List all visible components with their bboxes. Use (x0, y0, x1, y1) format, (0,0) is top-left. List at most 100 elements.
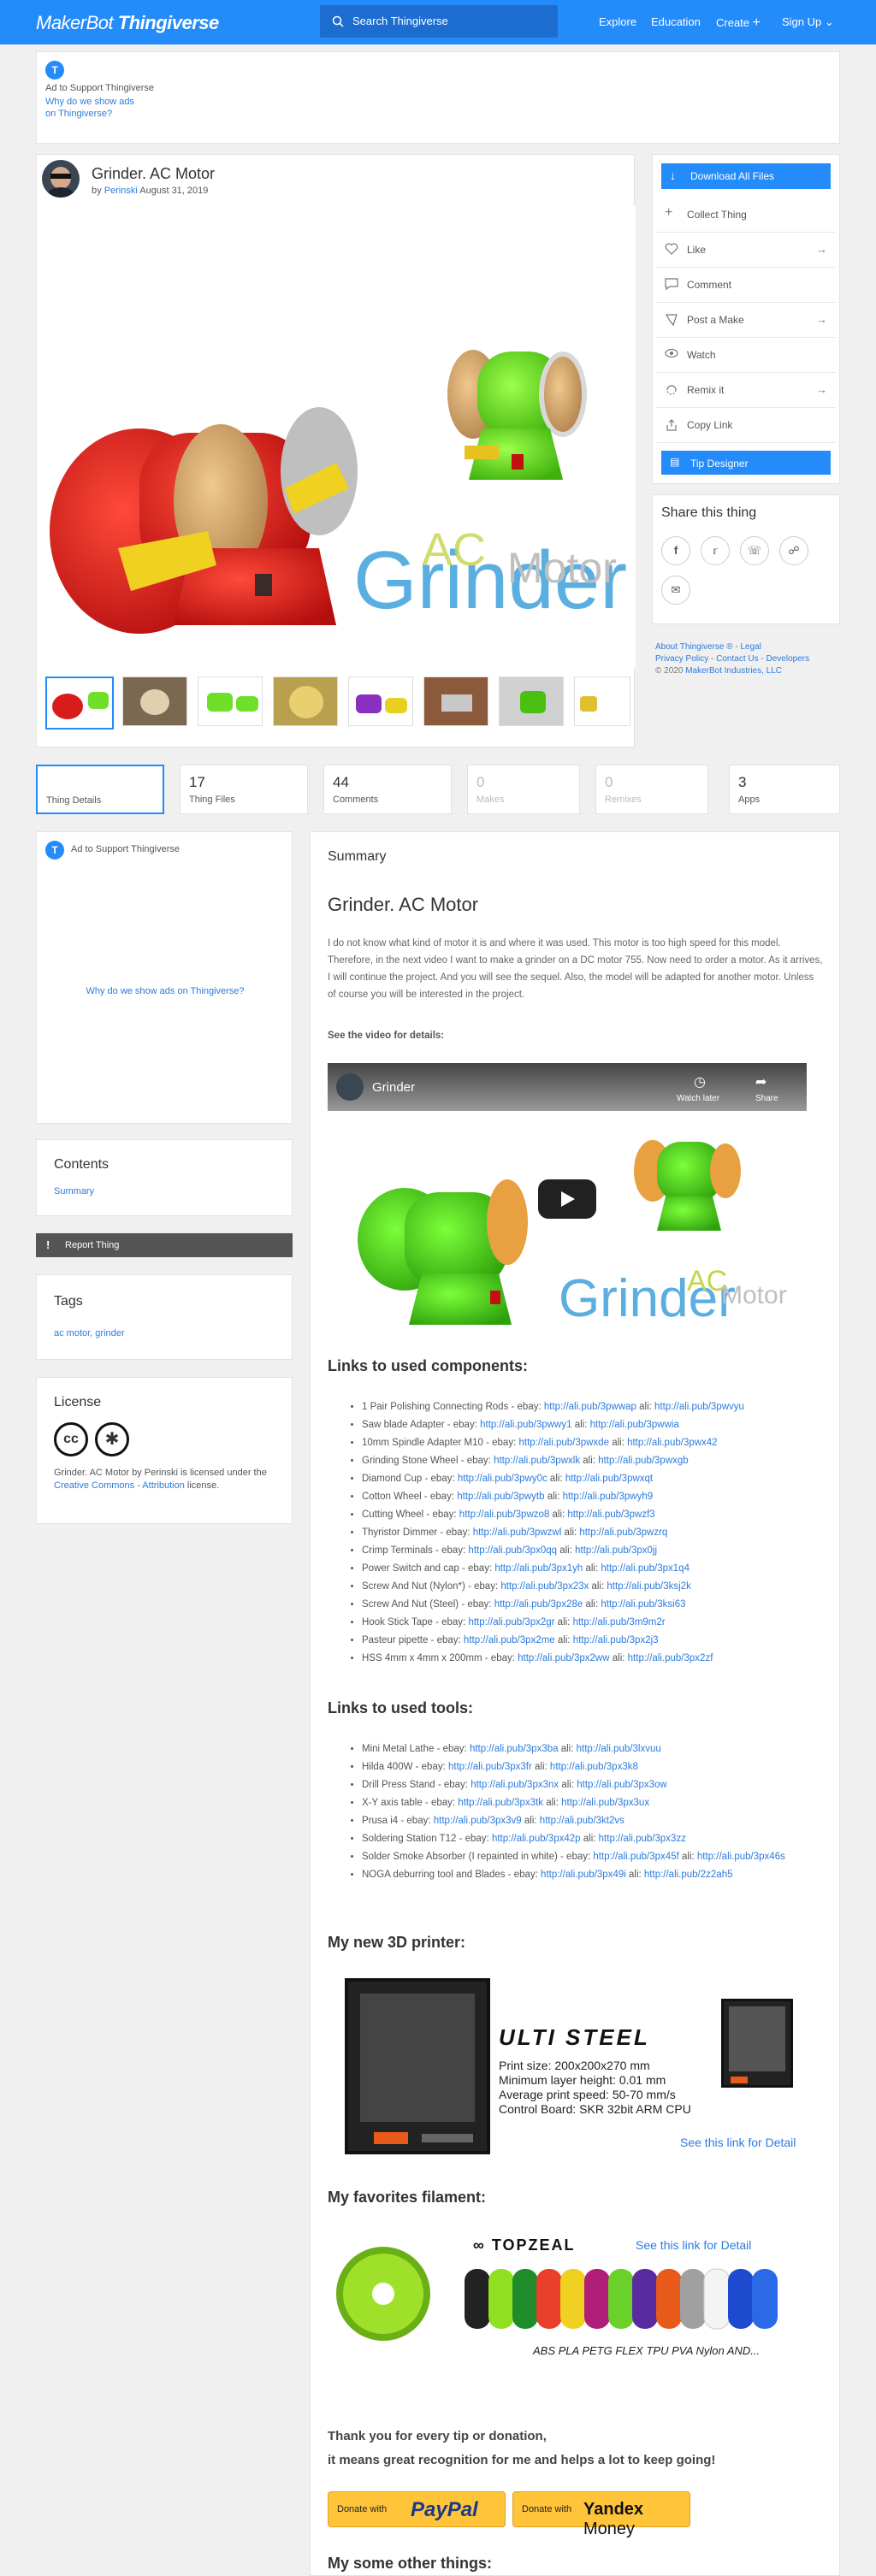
component-ebay-link[interactable]: http://ali.pub/3pwwap (544, 1402, 636, 1412)
tool-ebay-link[interactable]: http://ali.pub/3px42p (492, 1834, 581, 1844)
play-button[interactable] (538, 1179, 596, 1219)
collect-thing-button[interactable]: + Collect Thing (656, 198, 836, 233)
tool-ali-link[interactable]: http://ali.pub/3px46s (697, 1852, 785, 1862)
twitter-icon[interactable]: 𝕣 (701, 536, 730, 565)
developers-link[interactable]: Developers (766, 654, 810, 664)
facebook-icon[interactable]: f (661, 536, 690, 565)
printer-detail-link[interactable]: See this link for Detail (680, 2136, 796, 2149)
cc-attribution-link[interactable]: Creative Commons - Attribution (54, 1480, 185, 1491)
search-input[interactable]: Search Thingiverse (320, 5, 558, 38)
remix-button[interactable]: Remix it → (656, 373, 836, 408)
tab-comments[interactable]: 44 Comments (323, 765, 452, 814)
component-ebay-link[interactable]: http://ali.pub/3pwzwl (473, 1527, 562, 1538)
thumbnail-4[interactable] (273, 676, 338, 726)
tool-ebay-link[interactable]: http://ali.pub/3px3tk (458, 1798, 543, 1808)
tab-makes[interactable]: 0 Makes (467, 765, 580, 814)
video-title[interactable]: Grinder (372, 1080, 415, 1095)
about-link[interactable]: About Thingiverse ® (655, 642, 733, 652)
nav-create[interactable]: Create + (716, 15, 761, 31)
tool-ali-link[interactable]: http://ali.pub/2z2ah5 (644, 1870, 733, 1880)
filament-detail-link[interactable]: See this link for Detail (636, 2238, 751, 2252)
component-ebay-link[interactable]: http://ali.pub/3px23x (500, 1581, 589, 1592)
nav-education[interactable]: Education (651, 15, 701, 28)
component-ali-link[interactable]: http://ali.pub/3px0jj (575, 1545, 657, 1556)
tool-ebay-link[interactable]: http://ali.pub/3px3fr (448, 1762, 532, 1772)
component-ebay-link[interactable]: http://ali.pub/3px0qq (468, 1545, 557, 1556)
watch-later-label[interactable]: Watch later (677, 1094, 719, 1103)
thumbnail-5[interactable] (348, 676, 413, 726)
donate-yandex-button[interactable]: Donate with Yandex Money (512, 2491, 690, 2538)
download-all-files-button[interactable]: ↓ Download All Files (661, 163, 831, 189)
component-ebay-link[interactable]: http://ali.pub/3px2ww (518, 1653, 609, 1663)
donate-paypal-button[interactable]: Donate with PayPal (328, 2491, 506, 2527)
tool-ali-link[interactable]: http://ali.pub/3px3k8 (550, 1762, 638, 1772)
component-ebay-link[interactable]: http://ali.pub/3pwxlk (494, 1456, 580, 1466)
component-ali-link[interactable]: http://ali.pub/3pwyh9 (563, 1492, 654, 1502)
watch-button[interactable]: Watch (656, 338, 836, 373)
thumbnail-6[interactable] (423, 676, 488, 726)
tool-ali-link[interactable]: http://ali.pub/3kt2vs (540, 1816, 624, 1826)
component-ali-link[interactable]: http://ali.pub/3ksj2k (607, 1581, 690, 1592)
whatsapp-icon[interactable]: ☏ (740, 536, 769, 565)
thumbnail-1[interactable] (45, 676, 114, 730)
contents-summary-link[interactable]: Summary (54, 1186, 94, 1196)
thumbnail-2[interactable] (122, 676, 187, 726)
tab-thing-details[interactable]: Thing Details (36, 765, 164, 814)
tool-ebay-link[interactable]: http://ali.pub/3px3ba (470, 1744, 559, 1754)
nav-explore[interactable]: Explore (599, 15, 636, 28)
tab-remixes[interactable]: 0 Remixes (595, 765, 708, 814)
component-ebay-link[interactable]: http://ali.pub/3pwzo8 (459, 1510, 550, 1520)
filament-banner[interactable]: ∞ TOPZEAL See this link for Detail ABS P… (328, 2230, 807, 2375)
component-ali-link[interactable]: http://ali.pub/3ksi63 (601, 1599, 685, 1610)
tool-ebay-link[interactable]: http://ali.pub/3px3nx (471, 1780, 559, 1790)
makerbot-thingiverse-logo[interactable]: MakerBot Thingiverse (36, 12, 219, 34)
tool-ali-link[interactable]: http://ali.pub/3px3ow (577, 1780, 667, 1790)
copy-link-button[interactable]: Copy Link (656, 408, 836, 443)
contact-link[interactable]: Contact Us (716, 654, 758, 664)
component-ali-link[interactable]: http://ali.pub/3pwxqt (565, 1474, 653, 1484)
post-a-make-button[interactable]: Post a Make → (656, 303, 836, 338)
component-ali-link[interactable]: http://ali.pub/3px2zf (628, 1653, 713, 1663)
tool-ali-link[interactable]: http://ali.pub/3px3zz (599, 1834, 686, 1844)
channel-avatar[interactable] (336, 1073, 364, 1101)
nav-sign-up[interactable]: Sign Up ⌄ (782, 15, 834, 29)
component-ali-link[interactable]: http://ali.pub/3pwxgb (598, 1456, 689, 1466)
report-thing-button[interactable]: ! Report Thing (36, 1233, 293, 1257)
component-ali-link[interactable]: http://ali.pub/3pwvyu (654, 1402, 744, 1412)
component-ali-link[interactable]: http://ali.pub/3pwwia (590, 1420, 679, 1430)
tool-ali-link[interactable]: http://ali.pub/3lxvuu (577, 1744, 661, 1754)
component-ebay-link[interactable]: http://ali.pub/3pwxde (518, 1438, 609, 1448)
tool-ebay-link[interactable]: http://ali.pub/3px3v9 (434, 1816, 522, 1826)
printer-banner[interactable]: ULTI STEEL Print size: 200x200x270 mm Mi… (328, 1973, 807, 2161)
share-arrow-icon[interactable]: ➦ (755, 1073, 766, 1090)
company-link[interactable]: MakerBot Industries, LLC (685, 666, 782, 676)
privacy-link[interactable]: Privacy Policy (655, 654, 708, 664)
tags-list[interactable]: ac motor, grinder (54, 1328, 125, 1338)
why-ads-link[interactable]: Why do we show ads (45, 97, 134, 107)
component-ali-link[interactable]: http://ali.pub/3px1q4 (601, 1563, 690, 1574)
component-ebay-link[interactable]: http://ali.pub/3px28e (494, 1599, 583, 1610)
tool-ebay-link[interactable]: http://ali.pub/3px49i (541, 1870, 626, 1880)
thumbnail-3[interactable] (198, 676, 263, 726)
thumbnail-8[interactable] (574, 676, 630, 726)
component-ali-link[interactable]: http://ali.pub/3pwzrq (579, 1527, 667, 1538)
why-ads-link-2[interactable]: on Thingiverse? (45, 109, 112, 119)
youtube-video[interactable]: Grinder ◷ Watch later ➦ Share Grinder AC… (328, 1063, 807, 1333)
hero-image[interactable]: Grinder AC Motor (37, 206, 636, 668)
thumbnail-7[interactable] (499, 676, 564, 726)
tip-designer-button[interactable]: ▤ Tip Designer (661, 451, 831, 475)
component-ali-link[interactable]: http://ali.pub/3m9m2r (573, 1617, 666, 1628)
share-label[interactable]: Share (755, 1094, 778, 1103)
side-why-ads-link[interactable]: Why do we show ads on Thingiverse? (37, 986, 293, 996)
comment-button[interactable]: Comment (656, 268, 836, 303)
tab-apps[interactable]: 3 Apps (729, 765, 840, 814)
email-icon[interactable]: ✉ (661, 576, 690, 605)
link-icon[interactable]: ☍ (779, 536, 808, 565)
component-ali-link[interactable]: http://ali.pub/3pwzf3 (567, 1510, 654, 1520)
like-button[interactable]: Like → (656, 233, 836, 268)
component-ebay-link[interactable]: http://ali.pub/3pwytb (457, 1492, 544, 1502)
tool-ebay-link[interactable]: http://ali.pub/3px45f (593, 1852, 678, 1862)
avatar[interactable] (42, 160, 80, 198)
component-ebay-link[interactable]: http://ali.pub/3px2me (464, 1635, 555, 1645)
component-ali-link[interactable]: http://ali.pub/3px2j3 (573, 1635, 659, 1645)
